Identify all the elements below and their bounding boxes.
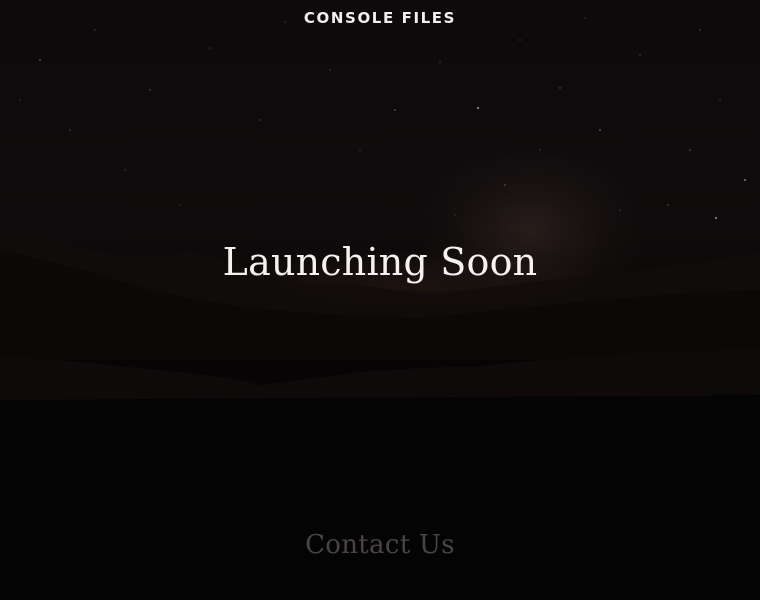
star xyxy=(454,214,456,216)
star xyxy=(259,119,261,121)
stars-layer xyxy=(19,17,746,220)
contact-us-link[interactable]: Contact Us xyxy=(305,530,455,560)
coming-soon-page: CONSOLE FILES Launching Soon Contact Us xyxy=(0,0,760,600)
background-landscape xyxy=(0,17,760,600)
star xyxy=(744,179,746,181)
star xyxy=(689,149,691,151)
page-title: Launching Soon xyxy=(222,240,538,284)
star xyxy=(599,129,601,131)
star xyxy=(124,169,126,171)
star xyxy=(559,87,561,89)
star xyxy=(476,106,480,110)
star xyxy=(19,99,21,101)
star xyxy=(504,184,506,186)
foreground-shore xyxy=(0,395,760,600)
contact-section: Contact Us xyxy=(0,530,760,560)
star xyxy=(667,204,669,206)
star xyxy=(439,61,441,63)
star xyxy=(539,149,541,151)
star xyxy=(719,99,721,101)
star xyxy=(149,89,151,91)
star xyxy=(69,129,71,131)
star xyxy=(394,109,396,111)
star xyxy=(209,47,211,49)
star xyxy=(39,59,41,61)
star xyxy=(519,39,521,41)
top-header: CONSOLE FILES xyxy=(0,0,760,36)
star xyxy=(329,69,331,71)
star xyxy=(639,54,641,56)
brand-logo-link[interactable]: CONSOLE FILES xyxy=(304,9,456,27)
star xyxy=(619,209,621,211)
star xyxy=(714,216,718,220)
star xyxy=(359,149,361,151)
star xyxy=(179,204,181,206)
